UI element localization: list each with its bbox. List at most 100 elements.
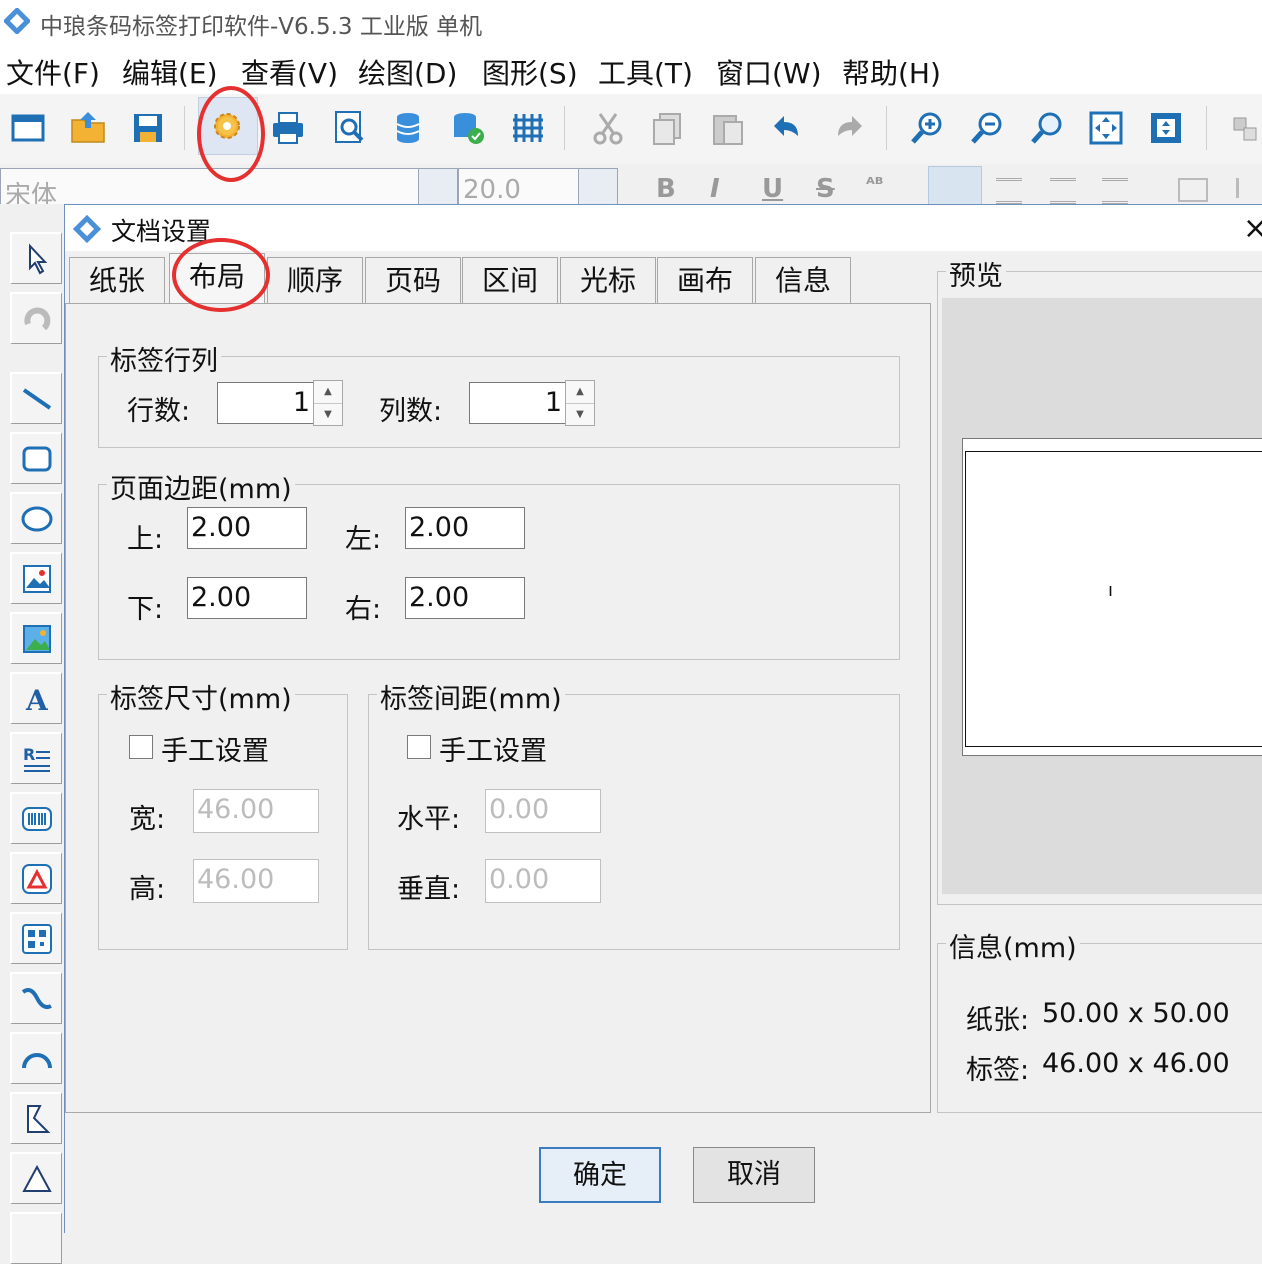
menu-edit[interactable]: 编辑(E) xyxy=(122,52,218,92)
label-width-input[interactable]: 46.00 xyxy=(193,789,319,833)
polygon-icon[interactable] xyxy=(10,1092,62,1144)
copy-icon[interactable] xyxy=(648,108,688,148)
label-size-title: 标签尺寸(mm) xyxy=(107,677,295,716)
tab-range[interactable]: 区间 xyxy=(462,257,558,303)
rows-label: 行数: xyxy=(127,396,191,427)
ellipse-icon[interactable] xyxy=(10,492,62,544)
open-folder-icon[interactable] xyxy=(68,108,108,148)
database-settings-icon[interactable] xyxy=(448,108,488,148)
close-icon[interactable]: × xyxy=(1243,211,1262,246)
italic-icon[interactable]: I xyxy=(710,174,720,204)
margin-right-input[interactable]: 2.00 xyxy=(405,577,525,619)
rectangle-icon[interactable] xyxy=(10,432,62,484)
gap-vertical-input[interactable]: 0.00 xyxy=(485,859,601,903)
undo-icon[interactable] xyxy=(768,108,808,148)
save-icon[interactable] xyxy=(128,108,168,148)
align-right-icon[interactable] xyxy=(1050,178,1076,204)
menu-view[interactable]: 查看(V) xyxy=(241,52,338,92)
print-preview-icon[interactable] xyxy=(330,108,370,148)
tab-cursor[interactable]: 光标 xyxy=(560,257,656,303)
new-document-icon[interactable] xyxy=(8,108,48,148)
stepper-up-icon[interactable]: ▲ xyxy=(566,381,594,404)
underline-icon[interactable]: U xyxy=(762,174,783,204)
ok-button[interactable]: 确定 xyxy=(539,1147,661,1203)
font-name-combo[interactable]: 宋体 xyxy=(0,168,458,204)
matrix-code-icon[interactable] xyxy=(10,912,62,964)
tab-info[interactable]: 信息 xyxy=(755,257,851,303)
actual-size-icon[interactable] xyxy=(1146,108,1186,148)
pointer-icon[interactable] xyxy=(10,232,62,284)
more-tools-icon[interactable] xyxy=(10,1212,62,1264)
label-height-input[interactable]: 46.00 xyxy=(193,859,319,903)
margin-left-input[interactable]: 2.00 xyxy=(405,507,525,549)
text-effect-icon[interactable]: ᴬᴮ xyxy=(866,174,883,195)
database-icon[interactable] xyxy=(388,108,428,148)
menu-tools[interactable]: 工具(T) xyxy=(598,52,693,92)
layout-icon[interactable] xyxy=(1178,178,1208,202)
arc-icon[interactable] xyxy=(10,1032,62,1084)
grid-icon[interactable] xyxy=(508,108,548,148)
bold-icon[interactable]: B xyxy=(656,174,676,204)
text-icon[interactable]: A xyxy=(10,672,62,724)
menu-file[interactable]: 文件(F) xyxy=(6,52,100,92)
gap-horizontal-input[interactable]: 0.00 xyxy=(485,789,601,833)
document-settings-gear-icon[interactable] xyxy=(198,97,258,155)
menu-window[interactable]: 窗口(W) xyxy=(716,52,822,92)
rows-input[interactable]: 1 xyxy=(217,382,315,424)
chevron-down-icon[interactable] xyxy=(578,169,617,204)
menu-bar: 文件(F) 编辑(E) 查看(V) 绘图(D) 图形(S) 工具(T) 窗口(W… xyxy=(0,44,1262,94)
preview-cursor-mark: ı xyxy=(1108,580,1114,601)
font-size-combo[interactable]: 20.0 xyxy=(458,168,618,204)
stepper-up-icon[interactable]: ▲ xyxy=(314,381,342,404)
chevron-down-icon[interactable] xyxy=(418,169,457,204)
rich-text-icon[interactable]: R xyxy=(10,732,62,784)
cancel-button[interactable]: 取消 xyxy=(693,1147,815,1203)
zoom-out-icon[interactable] xyxy=(968,108,1008,148)
zoom-icon[interactable] xyxy=(1028,108,1068,148)
curve-icon[interactable] xyxy=(10,972,62,1024)
fit-page-icon[interactable] xyxy=(1086,108,1126,148)
barcode-icon[interactable] xyxy=(10,792,62,844)
label-size-info-label: 标签: xyxy=(966,1055,1030,1086)
redo-icon[interactable] xyxy=(828,108,868,148)
qr-code-icon[interactable] xyxy=(10,852,62,904)
cols-input[interactable]: 1 xyxy=(469,382,567,424)
cols-stepper[interactable]: ▲ ▼ xyxy=(565,380,595,426)
tab-layout[interactable]: 布局 xyxy=(169,253,265,305)
align-justify-icon[interactable] xyxy=(1102,178,1128,204)
preview-group: 预览 ı xyxy=(937,254,1262,905)
strikethrough-icon[interactable]: S xyxy=(816,174,835,204)
dialog-logo-icon xyxy=(73,215,101,243)
rotate-icon[interactable] xyxy=(10,292,62,344)
tab-canvas[interactable]: 画布 xyxy=(657,257,753,303)
label-size-manual-checkbox[interactable] xyxy=(129,735,153,759)
spacing-icon[interactable] xyxy=(1236,178,1262,198)
margin-right-label: 右: xyxy=(345,594,382,625)
menu-shape[interactable]: 图形(S) xyxy=(482,52,578,92)
tab-order[interactable]: 顺序 xyxy=(267,257,363,303)
align-left-icon[interactable] xyxy=(928,166,982,204)
label-gap-manual-checkbox[interactable] xyxy=(407,735,431,759)
stepper-down-icon[interactable]: ▼ xyxy=(566,404,594,426)
paste-icon[interactable] xyxy=(708,108,748,148)
menu-draw[interactable]: 绘图(D) xyxy=(358,52,457,92)
zoom-in-icon[interactable] xyxy=(908,108,948,148)
print-icon[interactable] xyxy=(268,108,308,148)
cut-icon[interactable] xyxy=(588,108,628,148)
menu-help[interactable]: 帮助(H) xyxy=(842,52,941,92)
line-icon[interactable] xyxy=(10,372,62,424)
dialog-title: 文档设置 xyxy=(111,217,212,246)
stepper-down-icon[interactable]: ▼ xyxy=(314,404,342,426)
picture-icon[interactable] xyxy=(10,612,62,664)
tab-page-number[interactable]: 页码 xyxy=(365,257,461,303)
align-icon[interactable] xyxy=(1228,108,1262,148)
image-icon[interactable] xyxy=(10,552,62,604)
margin-bottom-input[interactable]: 2.00 xyxy=(187,577,307,619)
layout-tab-panel: 标签行列 行数: 1 ▲ ▼ 列数: 1 ▲ ▼ 页面边距(mm) 上: 2.00 … xyxy=(65,303,931,1113)
svg-text:R: R xyxy=(23,745,35,764)
rows-stepper[interactable]: ▲ ▼ xyxy=(313,380,343,426)
tab-paper[interactable]: 纸张 xyxy=(69,257,165,303)
align-center-icon[interactable] xyxy=(996,178,1022,204)
margin-top-input[interactable]: 2.00 xyxy=(187,507,307,549)
triangle-icon[interactable] xyxy=(10,1152,62,1204)
